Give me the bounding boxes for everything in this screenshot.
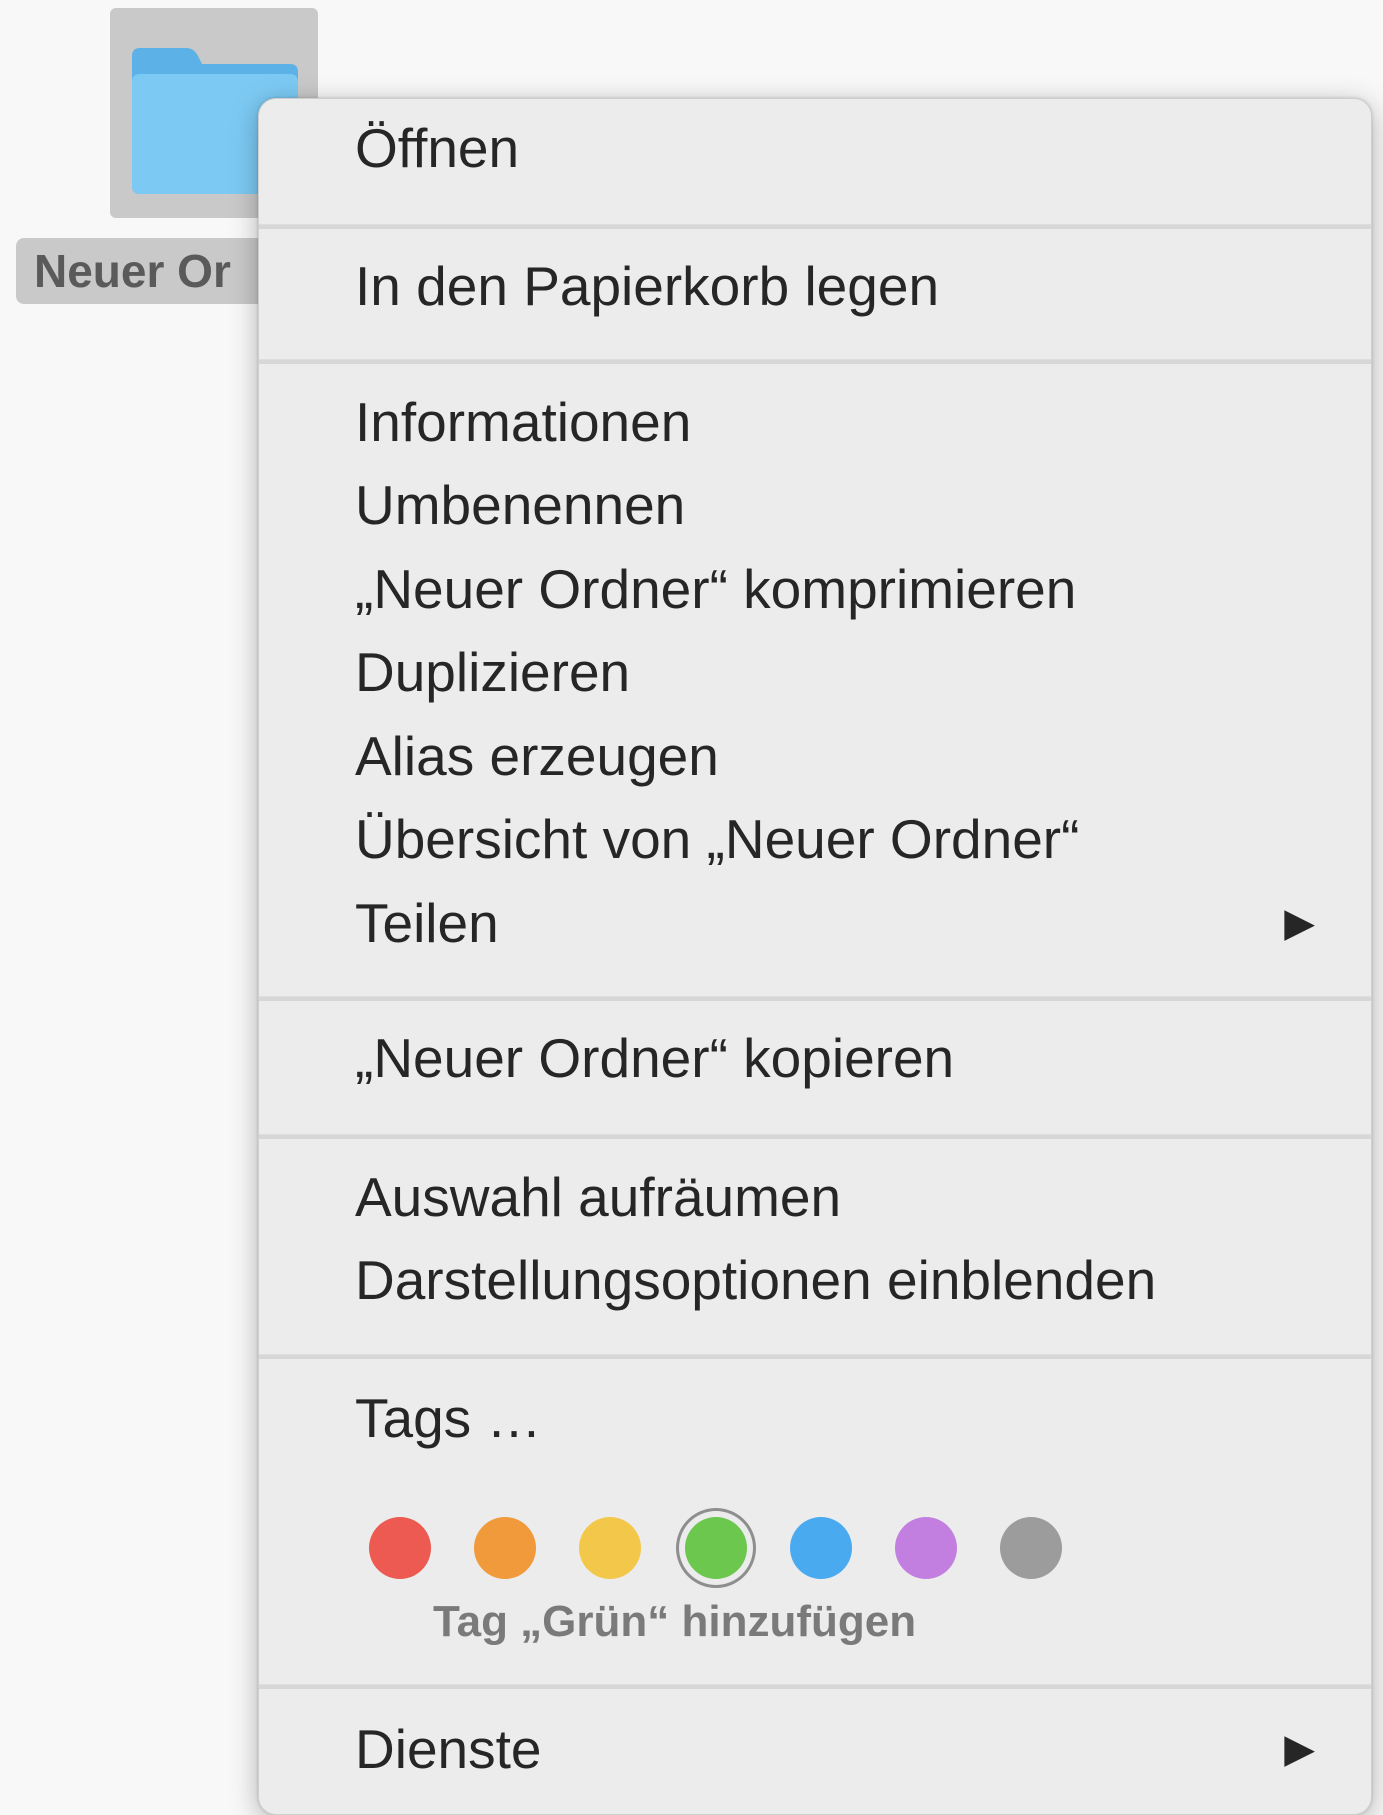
menu-item-rename[interactable]: Umbenennen [259,464,1371,547]
menu-item-duplicate[interactable]: Duplizieren [259,631,1371,714]
menu-item-services[interactable]: Dienste ▶ [259,1708,1371,1791]
menu-separator [259,1354,1371,1359]
tag-purple-dot[interactable] [895,1517,957,1579]
menu-item-share-label: Teilen [355,892,499,954]
tag-blue-dot[interactable] [790,1517,852,1579]
menu-item-open[interactable]: Öffnen [259,107,1371,190]
submenu-arrow-icon: ▶ [1284,1727,1315,1771]
tag-gray-dot[interactable] [1000,1517,1062,1579]
menu-item-move-to-trash[interactable]: In den Papierkorb legen [259,245,1371,328]
menu-item-get-info[interactable]: Informationen [259,381,1371,464]
menu-separator [259,996,1371,1001]
context-menu: Öffnen In den Papierkorb legen Informati… [258,98,1372,1815]
menu-item-tags[interactable]: Tags … [259,1377,1371,1460]
menu-item-quick-look[interactable]: Übersicht von „Neuer Ordner“ [259,798,1371,881]
menu-item-copy[interactable]: „Neuer Ordner“ kopieren [259,1017,1371,1100]
tag-yellow-dot[interactable] [579,1517,641,1579]
menu-item-show-view-options[interactable]: Darstellungsoptionen einblenden [259,1239,1371,1322]
menu-separator [259,359,1371,364]
submenu-arrow-icon: ▶ [1284,901,1315,945]
tag-orange-dot[interactable] [474,1517,536,1579]
menu-item-clean-up-selection[interactable]: Auswahl aufräumen [259,1156,1371,1239]
menu-item-make-alias[interactable]: Alias erzeugen [259,715,1371,798]
menu-item-services-label: Dienste [355,1718,542,1780]
tag-hover-hint: Tag „Grün“ hinzufügen [433,1597,917,1646]
menu-separator [259,224,1371,229]
menu-item-compress[interactable]: „Neuer Ordner“ komprimieren [259,548,1371,631]
menu-separator [259,1134,1371,1139]
menu-separator [259,1684,1371,1689]
menu-item-share[interactable]: Teilen ▶ [259,882,1371,965]
tag-red-dot[interactable] [369,1517,431,1579]
tag-green-dot[interactable] [685,1517,747,1579]
